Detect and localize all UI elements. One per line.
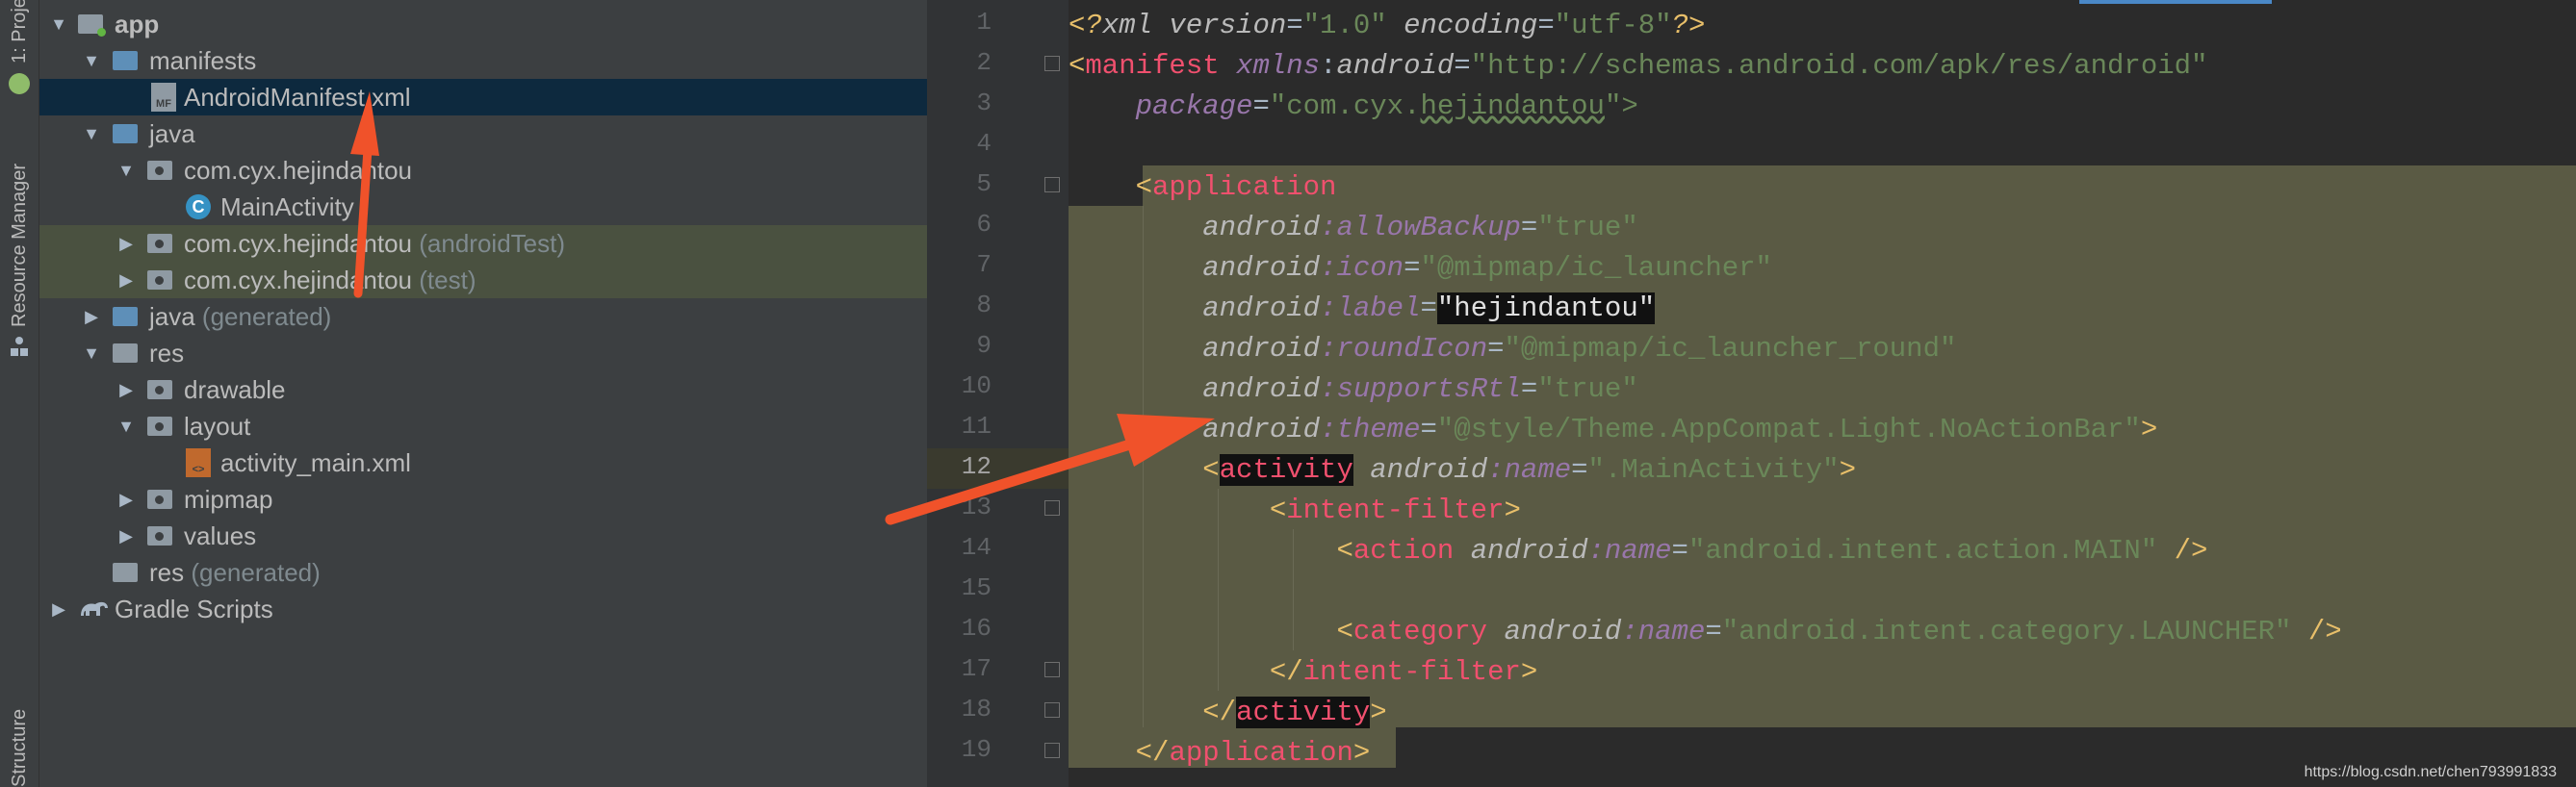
annotation-arrowhead	[350, 91, 379, 156]
annotation-arrow-up	[353, 144, 373, 298]
annotation-arrowhead	[1117, 414, 1215, 467]
annotation-arrow-right	[885, 437, 1142, 525]
annotation-overlay	[350, 91, 1215, 525]
watermark: https://blog.csdn.net/chen793991833	[2304, 764, 2557, 780]
